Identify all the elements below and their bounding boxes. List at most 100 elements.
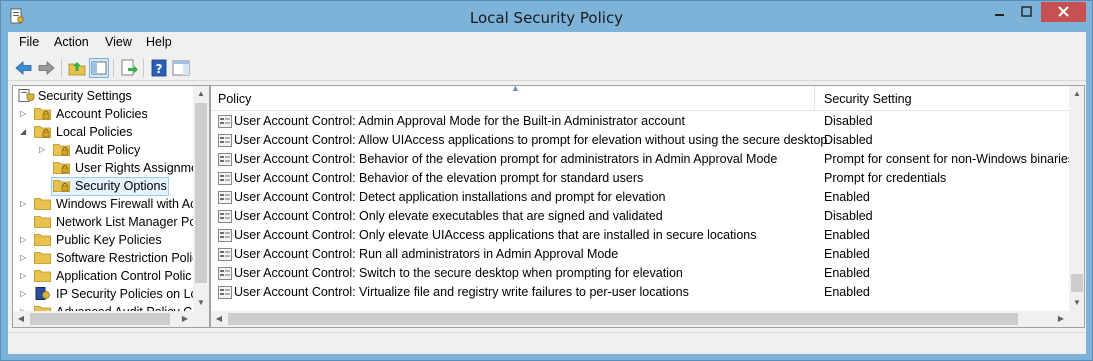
security-setting-value: Prompt for consent for non-Windows binar…	[824, 152, 1075, 166]
tree-item-security-settings[interactable]: Security Settings	[18, 87, 188, 105]
menu-bar: File Action View Help	[8, 32, 1086, 52]
column-divider[interactable]	[814, 86, 815, 111]
tree-item[interactable]: ▷ Account Policies	[20, 105, 188, 123]
folder-icon	[53, 162, 70, 174]
scroll-right-arrow-icon[interactable]: ▶	[1053, 311, 1069, 327]
security-settings-icon	[18, 89, 35, 102]
scroll-thumb[interactable]	[195, 103, 207, 283]
expand-arrow-icon[interactable]: ▷	[20, 285, 30, 303]
tree-vertical-scrollbar[interactable]: ▲ ▼	[193, 86, 209, 311]
list-item[interactable]: User Account Control: Run all administra…	[211, 245, 1070, 264]
tree-item-label: Security Options	[75, 179, 167, 193]
list-item[interactable]: User Account Control: Behavior of the el…	[211, 169, 1070, 188]
tree-item[interactable]: ▷ IP Security Policies on Loc	[20, 285, 204, 303]
folder-icon	[34, 198, 51, 210]
title-bar[interactable]: Local Security Policy	[1, 1, 1092, 33]
list-vertical-scrollbar[interactable]: ▲ ▼	[1069, 86, 1084, 311]
scroll-left-arrow-icon[interactable]: ◀	[13, 311, 29, 327]
column-header-policy[interactable]: Policy	[218, 92, 251, 106]
tree-item[interactable]: User Rights Assignme	[53, 159, 198, 177]
toolbar-separator	[113, 59, 114, 77]
list-item[interactable]: User Account Control: Only elevate execu…	[211, 207, 1070, 226]
tree-item[interactable]: ▷ Windows Firewall with Ac	[20, 195, 196, 213]
expand-arrow-icon[interactable]: ▷	[20, 105, 30, 123]
policy-setting-icon	[218, 286, 232, 299]
expand-arrow-icon[interactable]: ▷	[20, 195, 30, 213]
tree-item-label: Network List Manager Po	[56, 215, 197, 229]
list-item[interactable]: User Account Control: Virtualize file an…	[211, 283, 1070, 302]
tree-item[interactable]: ▷ Application Control Polic	[20, 267, 192, 285]
scroll-thumb[interactable]	[30, 313, 170, 325]
policy-setting-icon	[218, 115, 232, 128]
tree-horizontal-scrollbar[interactable]: ◀ ▶	[13, 311, 209, 327]
collapse-arrow-icon[interactable]: ◢	[20, 123, 30, 141]
security-setting-value: Enabled	[824, 228, 870, 242]
list-item[interactable]: User Account Control: Behavior of the el…	[211, 150, 1074, 169]
svg-text:?: ?	[156, 62, 163, 76]
security-setting-value: Disabled	[824, 114, 873, 128]
folder-icon	[34, 126, 51, 138]
export-list-icon[interactable]	[119, 58, 139, 78]
sort-ascending-icon: ▲	[511, 85, 520, 93]
scroll-down-arrow-icon[interactable]: ▼	[193, 295, 209, 311]
scroll-right-arrow-icon[interactable]: ▶	[177, 311, 193, 327]
forward-arrow-icon[interactable]	[36, 58, 56, 78]
tree-item-label: Account Policies	[56, 107, 148, 121]
scroll-corner	[193, 311, 209, 327]
up-folder-icon[interactable]	[67, 58, 87, 78]
show-hide-console-tree-icon[interactable]	[89, 58, 109, 78]
scroll-left-arrow-icon[interactable]: ◀	[211, 311, 227, 327]
security-setting-value: Enabled	[824, 285, 870, 299]
list-item[interactable]: User Account Control: Allow UIAccess app…	[211, 131, 1070, 150]
list-item[interactable]: User Account Control: Detect application…	[211, 188, 1070, 207]
security-setting-value: Disabled	[824, 133, 873, 147]
minimize-button[interactable]	[986, 2, 1013, 22]
policy-setting-icon	[218, 267, 232, 280]
scroll-up-arrow-icon[interactable]: ▲	[193, 86, 209, 102]
window-title: Local Security Policy	[469, 9, 624, 27]
toolbar: ?	[8, 54, 1086, 81]
security-setting-value: Enabled	[824, 247, 870, 261]
scroll-thumb[interactable]	[228, 313, 1018, 325]
expand-arrow-icon[interactable]: ▷	[20, 267, 30, 285]
scroll-thumb[interactable]	[1071, 274, 1083, 292]
console-tree[interactable]: Security Settings ▷ Account Policies ◢ Loca…	[12, 85, 210, 328]
tree-item-label: Public Key Policies	[56, 233, 162, 247]
policy-setting-icon	[218, 191, 232, 204]
tree-item[interactable]: ▷ Software Restriction Polic	[20, 249, 198, 267]
tree-item[interactable]: ▷ Audit Policy	[39, 141, 188, 159]
tree-item[interactable]: ▷ Public Key Policies	[20, 231, 188, 249]
expand-arrow-icon[interactable]: ▷	[20, 249, 30, 267]
back-arrow-icon[interactable]	[14, 58, 34, 78]
list-item[interactable]: User Account Control: Switch to the secu…	[211, 264, 1070, 283]
tree-item[interactable]: ◢ Local Policies	[20, 123, 188, 141]
show-action-pane-icon[interactable]	[171, 58, 191, 78]
tree-item[interactable]: Security Options	[51, 177, 188, 196]
list-item[interactable]: User Account Control: Admin Approval Mod…	[211, 112, 1070, 131]
expand-arrow-icon[interactable]: ▷	[20, 231, 30, 249]
policy-name: User Account Control: Run all administra…	[234, 247, 619, 261]
scroll-down-arrow-icon[interactable]: ▼	[1069, 295, 1084, 311]
maximize-button[interactable]	[1013, 2, 1040, 22]
scroll-up-arrow-icon[interactable]: ▲	[1069, 86, 1084, 102]
policy-setting-icon	[218, 210, 232, 223]
list-horizontal-scrollbar[interactable]: ◀ ▶	[211, 311, 1069, 327]
policy-setting-icon	[218, 134, 232, 147]
tree-item[interactable]: Network List Manager Po	[34, 213, 196, 231]
close-button[interactable]	[1041, 2, 1086, 22]
tree-item-label: User Rights Assignme	[75, 161, 198, 175]
menu-help[interactable]: Help	[146, 35, 172, 49]
column-header-security-setting[interactable]: Security Setting	[824, 92, 912, 106]
ip-security-icon	[35, 287, 50, 300]
policy-list[interactable]: ▲ Policy Security Setting User Account C…	[210, 85, 1085, 328]
menu-file[interactable]: File	[19, 35, 39, 49]
menu-view[interactable]: View	[105, 35, 132, 49]
minimize-icon	[995, 14, 1004, 16]
policy-name: User Account Control: Admin Approval Mod…	[234, 114, 685, 128]
toolbar-separator	[143, 59, 144, 77]
expand-arrow-icon[interactable]: ▷	[39, 141, 49, 159]
folder-icon	[53, 180, 70, 192]
menu-action[interactable]: Action	[54, 35, 89, 49]
help-icon[interactable]: ?	[149, 58, 169, 78]
list-item[interactable]: User Account Control: Only elevate UIAcc…	[211, 226, 1070, 245]
